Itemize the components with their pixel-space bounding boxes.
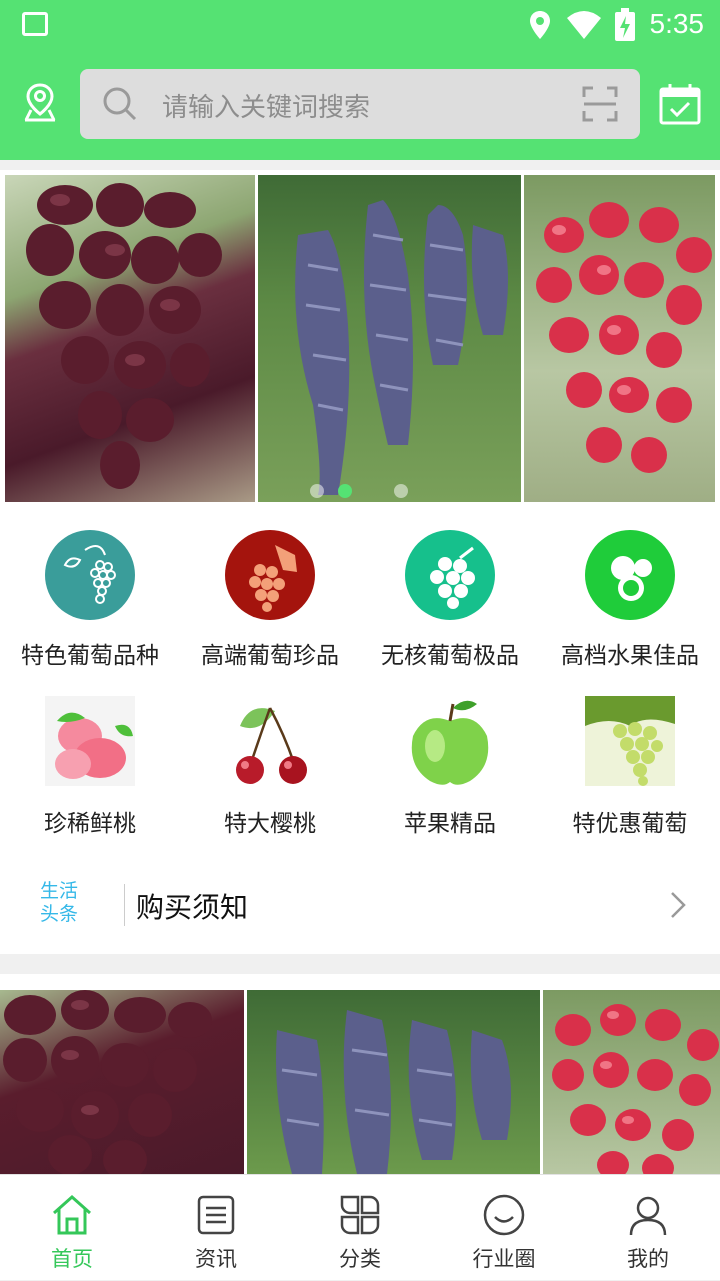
tab-profile[interactable]: 我的 (576, 1175, 720, 1281)
tab-label: 我的 (627, 1247, 669, 1271)
purple-grape-graphic (276, 1010, 511, 1174)
category-label: 苹果精品 (404, 811, 496, 837)
category-large-cherry[interactable]: 特大樱桃 (180, 686, 360, 856)
wifi-icon (567, 11, 601, 39)
headline-tag: 生活头条 (40, 880, 79, 925)
calendar-check-icon[interactable] (658, 82, 702, 126)
category-premium-grapes[interactable]: 高端葡萄珍品 (180, 506, 360, 676)
category-premium-fruit[interactable]: 高档水果佳品 (540, 506, 720, 676)
tab-label: 首页 (51, 1247, 93, 1271)
header: 请输入关键词搜索 (0, 50, 720, 160)
product-image-purple-grapes[interactable] (247, 990, 540, 1174)
headline-row[interactable]: 生活头条 购买须知 (0, 856, 720, 954)
grape-bunch-graphic (26, 183, 222, 489)
peach-icon (45, 696, 135, 786)
carousel-dot[interactable] (310, 484, 324, 498)
bottom-tab-bar: 首页 资讯 分类 行业圈 我的 (0, 1174, 720, 1280)
category-specialty-grapes[interactable]: 特色葡萄品种 (0, 506, 180, 676)
category-label: 高端葡萄珍品 (201, 643, 339, 669)
scan-icon[interactable] (582, 86, 618, 122)
pink-grape-graphic (536, 202, 712, 473)
apple-icon (411, 700, 489, 785)
banner-image-pink-grapes[interactable] (524, 175, 715, 502)
status-bar: 5:35 (0, 0, 720, 50)
user-icon (629, 1196, 667, 1236)
category-grid-icon (340, 1195, 380, 1235)
banner-image-purple-grapes[interactable] (258, 175, 521, 502)
grape-leaf-icon (225, 530, 315, 620)
location-pin-icon[interactable] (22, 82, 58, 122)
status-time: 5:35 (649, 8, 705, 39)
tab-label: 资讯 (195, 1247, 237, 1271)
grape-bunch-graphic (3, 990, 212, 1174)
carousel-dots (310, 484, 410, 500)
product-image-pink-grapes[interactable] (543, 990, 720, 1174)
pink-grape-graphic (552, 1004, 719, 1174)
tab-industry-circle[interactable]: 行业圈 (432, 1175, 576, 1281)
tab-label: 行业圈 (472, 1247, 536, 1271)
purple-grape-graphic (295, 200, 508, 495)
carousel-dot[interactable] (394, 484, 408, 498)
divider (124, 884, 125, 926)
banner-image-red-grapes[interactable] (5, 175, 255, 502)
headline-title[interactable]: 购买须知 (136, 886, 248, 926)
tab-category[interactable]: 分类 (288, 1175, 432, 1281)
product-banner[interactable] (0, 974, 720, 1174)
chevron-right-icon[interactable] (668, 890, 688, 920)
image-notification-icon (22, 12, 48, 36)
category-label: 特色葡萄品种 (21, 643, 159, 669)
tab-home[interactable]: 首页 (0, 1175, 144, 1281)
category-seedless-grapes[interactable]: 无核葡萄极品 (360, 506, 540, 676)
category-grid: 特色葡萄品种 高端葡萄珍品 无核葡萄极品 高档水果佳品 珍稀鲜桃 特大樱桃 苹果… (0, 506, 720, 856)
news-document-icon (197, 1195, 235, 1235)
cherry-icon (236, 707, 307, 784)
fruit-icon (585, 530, 675, 620)
product-image-red-grapes[interactable] (0, 990, 244, 1174)
banner-carousel[interactable] (0, 170, 720, 506)
category-discount-grapes[interactable]: 特优惠葡萄 (540, 686, 720, 856)
category-label: 特优惠葡萄 (572, 811, 688, 837)
smile-circle-icon (483, 1194, 525, 1236)
category-label: 高档水果佳品 (561, 643, 699, 669)
seedless-grape-icon (405, 530, 495, 620)
green-grape-icon (585, 696, 675, 786)
location-status-icon (530, 11, 550, 39)
category-rare-peach[interactable]: 珍稀鲜桃 (0, 686, 180, 856)
home-icon (53, 1194, 91, 1235)
search-input[interactable]: 请输入关键词搜索 (162, 87, 370, 124)
category-label: 珍稀鲜桃 (44, 811, 136, 837)
battery-charging-icon (615, 8, 635, 41)
grape-vine-icon (45, 530, 135, 620)
tab-news[interactable]: 资讯 (144, 1175, 288, 1281)
tab-label: 分类 (339, 1247, 381, 1271)
category-label: 特大樱桃 (224, 811, 316, 837)
search-icon (103, 87, 137, 121)
category-label: 无核葡萄极品 (381, 643, 519, 669)
carousel-dot-active[interactable] (338, 484, 352, 498)
category-apple[interactable]: 苹果精品 (360, 686, 540, 856)
search-bar[interactable]: 请输入关键词搜索 (80, 69, 640, 139)
